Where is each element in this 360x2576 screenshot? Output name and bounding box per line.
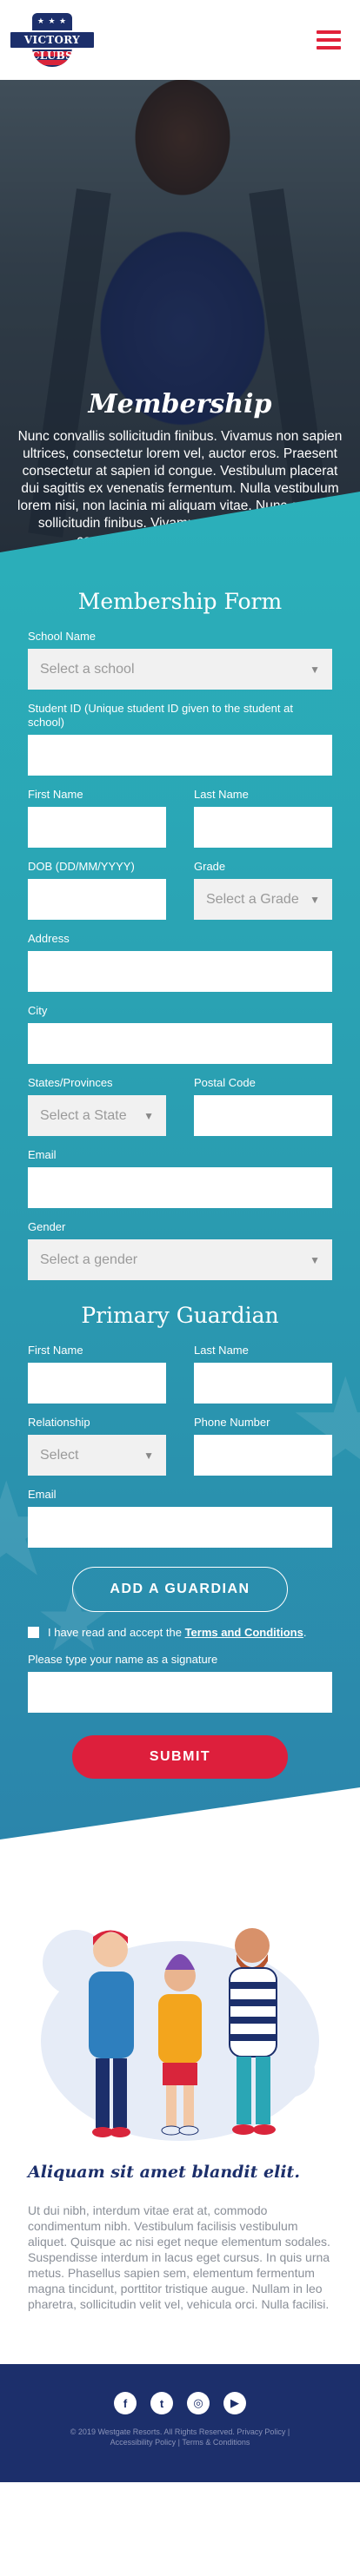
guardian-first-name-input[interactable] — [28, 1363, 166, 1404]
gender-select[interactable]: Select a gender ▼ — [28, 1239, 332, 1280]
city-label: City — [28, 1004, 48, 1017]
guardian-first-name-label: First Name — [28, 1344, 83, 1357]
facebook-icon[interactable]: f — [114, 2392, 137, 2414]
student-id-label: Student ID (Unique student ID given to t… — [28, 702, 293, 729]
twitter-icon[interactable]: t — [150, 2392, 173, 2414]
first-name-input[interactable] — [28, 807, 166, 848]
chevron-down-icon: ▼ — [310, 663, 320, 676]
site-footer: f t ◎ ▶ © 2019 Westgate Resorts. All Rig… — [0, 2364, 360, 2482]
copyright-text: © 2019 Westgate Resorts. All Rights Rese… — [70, 2427, 290, 2447]
hamburger-menu-icon[interactable] — [317, 30, 341, 50]
logo-stars: ★ ★ ★ — [37, 17, 68, 25]
about-tagline: Aliquam sit amet blandit elit. — [28, 2163, 300, 2182]
guardian-email-input[interactable] — [28, 1507, 332, 1548]
last-name-input[interactable] — [194, 807, 332, 848]
guardian-form: First Name Last Name Relationship Select… — [0, 1344, 360, 1779]
state-label: States/Provinces — [28, 1076, 113, 1089]
form-title: Membership Form — [77, 589, 283, 614]
chevron-down-icon: ▼ — [143, 1449, 154, 1462]
student-id-input[interactable] — [28, 735, 332, 776]
add-guardian-button[interactable]: ADD A GUARDIAN — [72, 1567, 288, 1612]
state-select[interactable]: Select a State ▼ — [28, 1095, 166, 1136]
students-illustration — [28, 1885, 332, 2152]
school-select-value: Select a school — [40, 661, 135, 677]
social-links: f t ◎ ▶ — [114, 2392, 246, 2414]
dob-input[interactable] — [28, 879, 166, 920]
victory-clubs-logo[interactable]: ★ ★ ★ VICTORY CLUBS — [9, 8, 96, 72]
hero-title: Membership — [88, 389, 272, 419]
instagram-icon[interactable]: ◎ — [187, 2392, 210, 2414]
first-name-label: First Name — [28, 788, 83, 801]
address-label: Address — [28, 932, 70, 945]
about-paragraph: Ut dui nibh, interdum vitae erat at, com… — [28, 2203, 330, 2311]
chevron-down-icon: ▼ — [310, 893, 320, 906]
students-illustration-svg — [41, 1928, 319, 2141]
membership-form: School Name Select a school ▼ Student ID… — [0, 630, 360, 1280]
terms-link[interactable]: Terms and Conditions — [185, 1626, 303, 1639]
chevron-down-icon: ▼ — [143, 1109, 154, 1122]
postal-code-input[interactable] — [194, 1095, 332, 1136]
terms-checkbox[interactable] — [28, 1627, 39, 1638]
grade-select-value: Select a Grade — [206, 891, 299, 907]
gender-label: Gender — [28, 1220, 66, 1233]
email-label: Email — [28, 1148, 57, 1161]
phone-input[interactable] — [194, 1435, 332, 1476]
hero-section: Membership Nunc convallis sollicitudin f… — [0, 76, 360, 552]
guardian-last-name-label: Last Name — [194, 1344, 249, 1357]
guardian-title: Primary Guardian — [81, 1303, 279, 1328]
guardian-last-name-input[interactable] — [194, 1363, 332, 1404]
relationship-select[interactable]: Select ▼ — [28, 1435, 166, 1476]
email-input[interactable] — [28, 1167, 332, 1208]
site-header: ★ ★ ★ VICTORY CLUBS — [0, 0, 360, 80]
school-select[interactable]: Select a school ▼ — [28, 649, 332, 690]
submit-button[interactable]: SUBMIT — [72, 1735, 288, 1779]
signature-label: Please type your name as a signature — [28, 1653, 218, 1666]
relationship-select-value: Select — [40, 1447, 79, 1463]
signature-input[interactable] — [28, 1672, 332, 1713]
membership-form-section: ★ ★ ★ Membership Form School Name Select… — [0, 492, 360, 1840]
city-input[interactable] — [28, 1023, 332, 1064]
chevron-down-icon: ▼ — [310, 1253, 320, 1266]
gender-select-value: Select a gender — [40, 1252, 138, 1267]
last-name-label: Last Name — [194, 788, 249, 801]
guardian-email-label: Email — [28, 1488, 57, 1501]
terms-prefix: I have read and accept the — [48, 1626, 182, 1639]
logo-text: VICTORY CLUBS — [9, 30, 96, 62]
youtube-icon[interactable]: ▶ — [223, 2392, 246, 2414]
state-select-value: Select a State — [40, 1107, 127, 1123]
terms-suffix: . — [303, 1626, 307, 1639]
school-label: School Name — [28, 630, 97, 643]
terms-row: I have read and accept the Terms and Con… — [28, 1626, 332, 1639]
terms-text: I have read and accept the Terms and Con… — [48, 1626, 306, 1639]
phone-label: Phone Number — [194, 1416, 270, 1429]
address-input[interactable] — [28, 951, 332, 992]
grade-label: Grade — [194, 860, 226, 873]
grade-select[interactable]: Select a Grade ▼ — [194, 879, 332, 920]
postal-code-label: Postal Code — [194, 1076, 256, 1089]
relationship-label: Relationship — [28, 1416, 90, 1429]
dob-label: DOB (DD/MM/YYYY) — [28, 860, 135, 873]
about-section: Aliquam sit amet blandit elit. Ut dui ni… — [0, 1840, 360, 2364]
